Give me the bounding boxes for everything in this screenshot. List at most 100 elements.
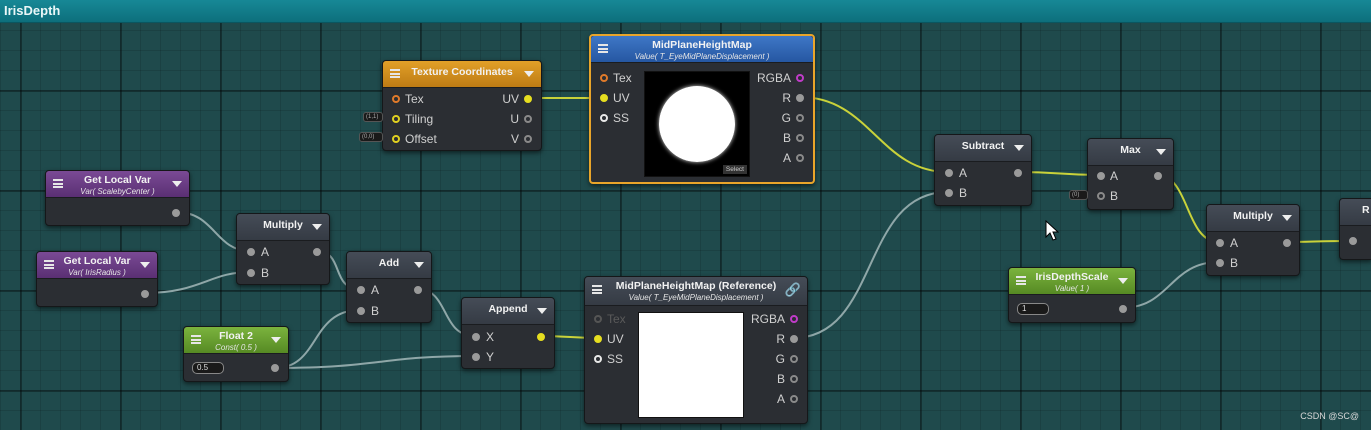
input-port-a[interactable] <box>1216 239 1224 247</box>
float-value-field[interactable]: 0.5 <box>192 362 224 374</box>
dropdown-arrow-icon[interactable] <box>271 337 281 343</box>
input-port-offset[interactable] <box>392 135 400 143</box>
output-port[interactable] <box>1119 305 1127 313</box>
input-port-a[interactable] <box>357 286 365 294</box>
input-port-ss[interactable] <box>600 114 608 122</box>
partial-node-right[interactable]: R <box>1339 198 1371 260</box>
output-port[interactable] <box>172 209 180 217</box>
port-label-tex: Tex <box>405 92 424 106</box>
output-port-b[interactable] <box>796 134 804 142</box>
dropdown-arrow-icon[interactable] <box>1118 278 1128 284</box>
get-local-var-node-2[interactable]: Get Local Var Var( IrisRadius ) <box>36 251 158 307</box>
get-local-var-node-1[interactable]: Get Local Var Var( ScalebyCenter ) <box>45 170 190 226</box>
node-header[interactable]: MidPlaneHeightMap (Reference) Value( T_E… <box>585 277 807 306</box>
input-port-y[interactable] <box>472 353 480 361</box>
texture-coordinates-node[interactable]: Texture Coordinates Tex Tiling Offset UV… <box>382 60 542 151</box>
node-header[interactable]: Multiply <box>1207 205 1299 232</box>
add-node[interactable]: Add A B <box>346 251 432 323</box>
texture-preview[interactable]: Select <box>644 71 750 177</box>
max-b-default-field[interactable]: (0) <box>1069 190 1088 200</box>
output-port[interactable] <box>1014 169 1022 177</box>
dropdown-arrow-icon[interactable] <box>537 308 547 314</box>
max-node[interactable]: Max A B <box>1087 138 1174 210</box>
input-port-ss[interactable] <box>594 355 602 363</box>
node-header[interactable]: R <box>1340 199 1371 226</box>
input-port-uv[interactable] <box>600 94 608 102</box>
input-port-a[interactable] <box>1097 172 1105 180</box>
select-texture-button[interactable]: Select <box>722 165 747 174</box>
input-port-x[interactable] <box>472 333 480 341</box>
dropdown-arrow-icon[interactable] <box>1156 149 1166 155</box>
output-port-b[interactable] <box>790 375 798 383</box>
input-port-tex[interactable] <box>600 74 608 82</box>
node-header[interactable]: Get Local Var Var( IrisRadius ) <box>37 252 157 279</box>
tiling-default-field[interactable]: (1,1) <box>363 112 383 122</box>
midplane-heightmap-node[interactable]: MidPlaneHeightMap Value( T_EyeMidPlaneDi… <box>589 34 815 184</box>
output-port[interactable] <box>1154 172 1162 180</box>
input-port-b[interactable] <box>247 269 255 277</box>
offset-default-field[interactable]: (0,0) <box>359 132 383 142</box>
output-port-rgba[interactable] <box>790 315 798 323</box>
subtract-node[interactable]: Subtract A B <box>934 134 1032 206</box>
dropdown-arrow-icon[interactable] <box>312 224 322 230</box>
output-port-uv[interactable] <box>524 95 532 103</box>
input-port-tex[interactable] <box>594 315 602 323</box>
node-header[interactable]: Max <box>1088 139 1173 166</box>
input-port-b[interactable] <box>1216 259 1224 267</box>
node-header[interactable]: Get Local Var Var( ScalebyCenter ) <box>46 171 189 198</box>
output-port[interactable] <box>271 364 279 372</box>
dropdown-arrow-icon[interactable] <box>172 181 182 187</box>
texture-preview[interactable] <box>638 312 744 418</box>
multiply-node-1[interactable]: Multiply A B <box>236 213 330 285</box>
dropdown-arrow-icon[interactable] <box>1282 215 1292 221</box>
output-port[interactable] <box>537 333 545 341</box>
midplane-heightmap-reference-node[interactable]: MidPlaneHeightMap (Reference) Value( T_E… <box>584 276 808 424</box>
input-port-b[interactable] <box>945 189 953 197</box>
node-header[interactable]: Add <box>347 252 431 279</box>
multiply-node-2[interactable]: Multiply A B <box>1206 204 1300 276</box>
output-port-r[interactable] <box>796 94 804 102</box>
input-port-uv[interactable] <box>594 335 602 343</box>
node-header[interactable]: IrisDepthScale Value( 1 ) <box>1009 268 1135 295</box>
node-header[interactable]: MidPlaneHeightMap Value( T_EyeMidPlaneDi… <box>591 36 813 63</box>
node-title: MidPlaneHeightMap (Reference) <box>615 280 777 292</box>
output-port-u[interactable] <box>524 115 532 123</box>
output-port[interactable] <box>141 290 149 298</box>
iris-depth-scale-node[interactable]: IrisDepthScale Value( 1 ) 1 <box>1008 267 1136 323</box>
value-field[interactable]: 1 <box>1017 303 1049 315</box>
output-port[interactable] <box>414 286 422 294</box>
node-header[interactable]: Float 2 Const( 0.5 ) <box>184 327 288 354</box>
node-header[interactable]: Multiply <box>237 214 329 241</box>
dropdown-arrow-icon[interactable] <box>1014 145 1024 151</box>
node-header[interactable]: Append <box>462 298 554 325</box>
append-node[interactable]: Append X Y <box>461 297 555 369</box>
dropdown-arrow-icon[interactable] <box>524 71 534 77</box>
input-port-b[interactable] <box>1097 192 1105 200</box>
float2-node[interactable]: Float 2 Const( 0.5 ) 0.5 <box>183 326 289 382</box>
output-port-a[interactable] <box>796 154 804 162</box>
input-port[interactable] <box>1349 237 1357 245</box>
node-header[interactable]: Texture Coordinates <box>383 61 541 88</box>
node-header[interactable]: Subtract <box>935 135 1031 162</box>
output-port[interactable] <box>1283 239 1291 247</box>
output-port-v[interactable] <box>524 135 532 143</box>
input-port-a[interactable] <box>247 248 255 256</box>
input-port-tiling[interactable] <box>392 115 400 123</box>
node-title: Get Local Var <box>83 174 152 186</box>
output-port-a[interactable] <box>790 395 798 403</box>
port-label-b: B <box>776 372 785 386</box>
output-port-g[interactable] <box>790 355 798 363</box>
mouse-cursor-icon <box>1045 220 1059 241</box>
input-port-tex[interactable] <box>392 95 400 103</box>
wire-scale-to-multiply <box>1121 261 1220 309</box>
node-subtitle: Var( ScalebyCenter ) <box>80 187 155 196</box>
input-port-b[interactable] <box>357 307 365 315</box>
dropdown-arrow-icon[interactable] <box>414 262 424 268</box>
link-icon[interactable]: 🔗 <box>785 282 801 298</box>
dropdown-arrow-icon[interactable] <box>140 262 150 268</box>
output-port[interactable] <box>313 248 321 256</box>
output-port-r[interactable] <box>790 335 798 343</box>
output-port-g[interactable] <box>796 114 804 122</box>
input-port-a[interactable] <box>945 169 953 177</box>
output-port-rgba[interactable] <box>796 74 804 82</box>
